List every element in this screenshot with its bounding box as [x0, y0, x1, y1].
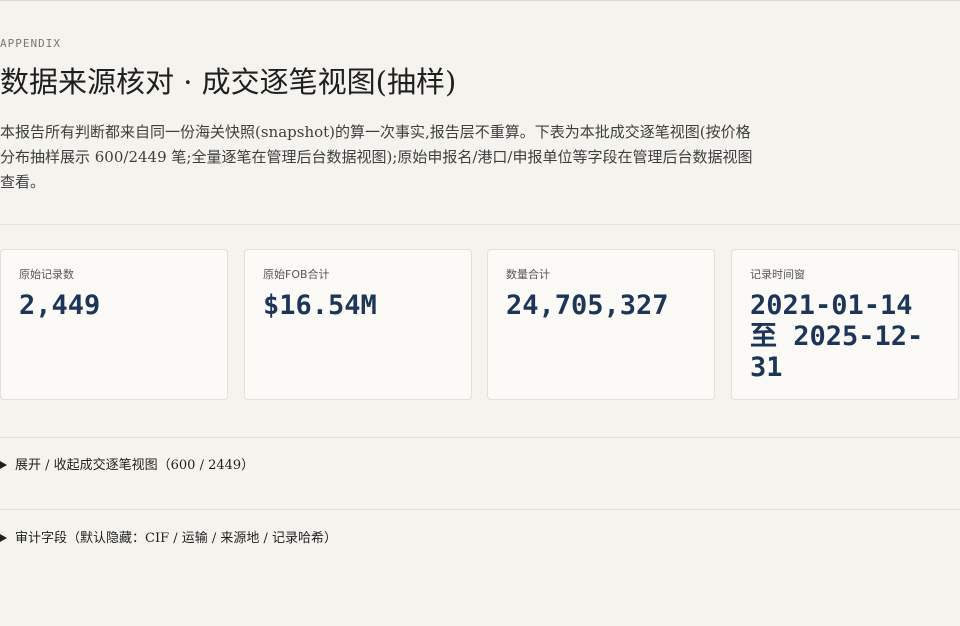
divider: [0, 509, 960, 510]
stat-value: 2021-01-14 至 2025-12-31: [750, 290, 924, 383]
stat-card-quantity-total: 数量合计 24,705,327: [487, 249, 715, 400]
appendix-page: APPENDIX 数据来源核对 · 成交逐笔视图(抽样) 本报告所有判断都来自同…: [0, 1, 960, 626]
toggle-audit-fields[interactable]: 审计字段（默认隐藏：CIF / 运输 / 来源地 / 记录哈希）: [0, 527, 337, 546]
stat-value: $16.54M: [263, 290, 377, 321]
section-eyebrow: APPENDIX: [0, 37, 61, 50]
divider: [0, 224, 960, 225]
stat-card-record-count: 原始记录数 2,449: [0, 249, 228, 400]
stat-label: 原始记录数: [19, 268, 74, 281]
toggle-label: 展开 / 收起成交逐笔视图（600 / 2449）: [15, 458, 255, 473]
stat-label: 记录时间窗: [750, 268, 805, 281]
stat-card-fob-total: 原始FOB合计 $16.54M: [244, 249, 472, 400]
stat-value: 2,449: [19, 290, 101, 321]
stat-card-time-window: 记录时间窗 2021-01-14 至 2025-12-31: [731, 249, 959, 400]
divider: [0, 437, 960, 438]
disclosure-triangle-icon: [0, 460, 7, 469]
page-title: 数据来源核对 · 成交逐笔视图(抽样): [0, 65, 457, 99]
toggle-label: 审计字段（默认隐藏：CIF / 运输 / 来源地 / 记录哈希）: [15, 531, 338, 546]
page-description: 本报告所有判断都来自同一份海关快照(snapshot)的算一次事实,报告层不重算…: [0, 123, 753, 191]
stat-label: 原始FOB合计: [263, 268, 330, 281]
stat-label: 数量合计: [506, 268, 550, 281]
toggle-transaction-view[interactable]: 展开 / 收起成交逐笔视图（600 / 2449）: [0, 454, 254, 473]
disclosure-triangle-icon: [0, 533, 7, 542]
stat-value: 24,705,327: [506, 290, 669, 321]
